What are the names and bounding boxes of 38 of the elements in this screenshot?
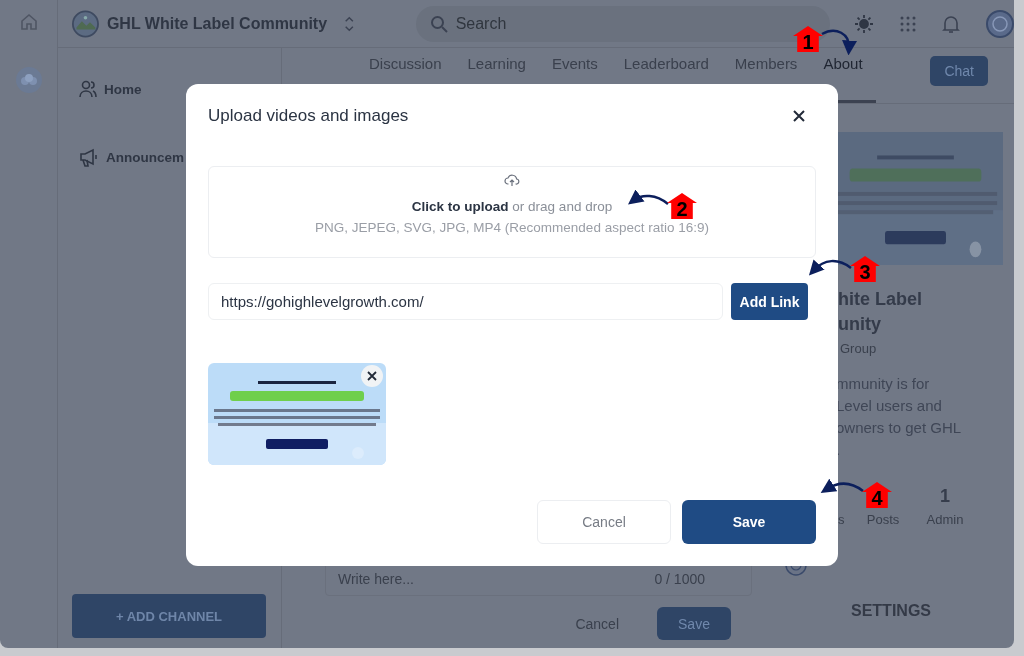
community-avatar[interactable]	[15, 67, 42, 93]
chevron-updown-icon[interactable]	[343, 14, 356, 33]
community-name: GHL White Label Community	[106, 14, 328, 33]
tab[interactable]: Learning	[454, 48, 539, 103]
community-logo[interactable]	[72, 8, 99, 39]
stat-label: Posts	[866, 512, 900, 527]
user-icon	[78, 79, 98, 99]
curved-arrow	[808, 257, 854, 275]
dialog-title: Upload videos and images	[208, 106, 409, 126]
search-icon	[429, 14, 448, 33]
sidebar-item[interactable]: Home	[72, 74, 267, 104]
file-types-hint: PNG, JEPEG, SVG, JPG, MP4 (Recommended aspect ratio 16:9)	[315, 220, 709, 235]
chat-button[interactable]: Chat	[930, 56, 988, 86]
cloud-upload-icon	[504, 173, 520, 187]
close-icon	[366, 370, 378, 382]
group-type: Group	[840, 341, 877, 356]
tab[interactable]: Discussion	[356, 48, 455, 103]
curved-arrow	[821, 479, 866, 495]
bell-icon[interactable]	[942, 13, 960, 34]
add-link-button[interactable]: Add Link	[731, 283, 808, 320]
sun-icon[interactable]	[854, 13, 874, 34]
home-icon[interactable]	[18, 12, 39, 32]
link-field[interactable]: https://gohighlevelgrowth.com/	[208, 283, 723, 320]
user-avatar[interactable]	[986, 9, 1014, 38]
settings-tab[interactable]: SETTINGS	[851, 602, 931, 620]
save-button[interactable]: Save	[657, 607, 731, 640]
apps-grid-icon[interactable]	[900, 15, 916, 32]
stat-value: 1	[940, 486, 950, 508]
megaphone-icon	[78, 146, 100, 168]
tab[interactable]: Events	[538, 48, 611, 103]
tab[interactable]: Leaderboard	[610, 48, 722, 103]
upload-instruction: Click to upload or drag and drop	[411, 199, 613, 214]
stat-label: Admin	[926, 512, 964, 527]
cancel-button[interactable]: Cancel	[569, 614, 625, 633]
add-channel-button[interactable]: + ADD CHANNEL	[72, 594, 266, 638]
cancel-button[interactable]: Cancel	[537, 500, 671, 544]
save-button[interactable]: Save	[682, 500, 816, 544]
community-title: hite Label unity	[838, 288, 922, 336]
